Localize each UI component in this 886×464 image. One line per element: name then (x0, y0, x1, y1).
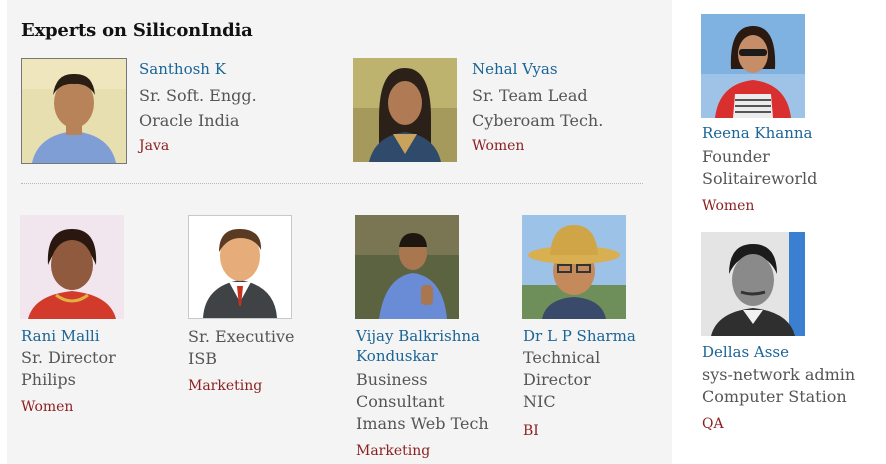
expert-name-santhosh[interactable]: Santhosh K (139, 59, 226, 80)
expert-role-line2: Director (523, 370, 591, 389)
expert-company: NIC (523, 392, 556, 411)
expert-role: Founder (702, 147, 770, 166)
expert-photo-rani[interactable] (20, 215, 124, 319)
expert-role: Sr. Team Lead (472, 86, 588, 105)
expert-photo-dellas[interactable] (701, 232, 805, 336)
expert-tag[interactable]: Java (139, 136, 169, 156)
expert-name-dellas[interactable]: Dellas Asse (702, 342, 789, 363)
expert-company: Imans Web Tech (356, 414, 489, 433)
expert-photo-placeholder[interactable] (188, 215, 292, 319)
expert-company: ISB (188, 349, 218, 368)
section-divider (21, 183, 643, 184)
expert-role: Business (356, 370, 428, 389)
expert-role: sys-network admin (702, 365, 856, 384)
expert-company: Cyberoam Tech. (472, 111, 604, 130)
expert-name-rani[interactable]: Rani Malli (21, 326, 100, 347)
expert-role: Technical (523, 348, 601, 367)
expert-role-line2: Consultant (356, 392, 445, 411)
expert-tag[interactable]: Women (472, 136, 524, 156)
expert-role: Sr. Director (21, 348, 116, 367)
section-title: Experts on SiliconIndia (21, 20, 253, 41)
expert-name-vijay[interactable]: Vijay Balkrishna (356, 326, 480, 347)
expert-tag[interactable]: Women (702, 196, 754, 216)
expert-photo-nehal[interactable] (353, 58, 457, 162)
expert-photo-reena[interactable] (701, 14, 805, 118)
expert-tag[interactable]: QA (702, 414, 724, 434)
expert-tag[interactable]: Women (21, 397, 73, 417)
expert-photo-sharma[interactable] (522, 215, 626, 319)
expert-company: Solitaireworld (702, 169, 818, 188)
expert-role: Sr. Soft. Engg. (139, 86, 257, 105)
expert-company: Computer Station (702, 387, 847, 406)
expert-photo-santhosh[interactable] (21, 58, 127, 164)
expert-tag[interactable]: Marketing (188, 376, 262, 396)
expert-tag[interactable]: BI (523, 421, 539, 441)
expert-name-nehal[interactable]: Nehal Vyas (472, 59, 558, 80)
expert-name-sharma[interactable]: Dr L P Sharma (523, 326, 636, 347)
expert-tag[interactable]: Marketing (356, 441, 430, 461)
expert-role: Sr. Executive (188, 327, 295, 346)
expert-company: Philips (21, 370, 76, 389)
expert-photo-vijay[interactable] (355, 215, 459, 319)
expert-name-reena[interactable]: Reena Khanna (702, 123, 813, 144)
expert-name-vijay-line2[interactable]: Konduskar (356, 346, 438, 367)
expert-company: Oracle India (139, 111, 240, 130)
